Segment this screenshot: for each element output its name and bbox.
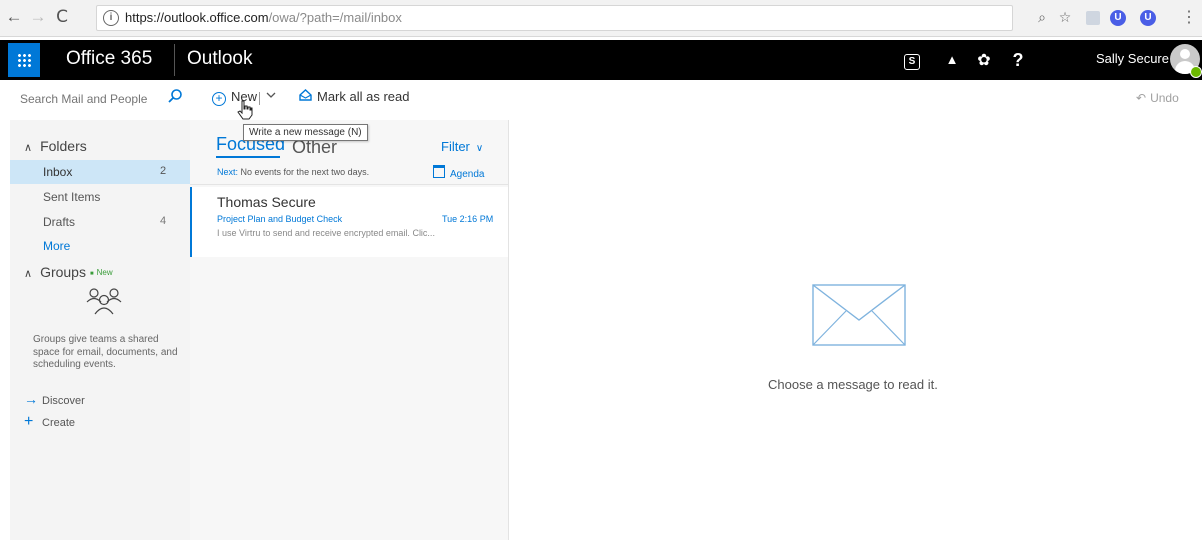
user-name[interactable]: Sally Secure [1096,51,1169,66]
mark-all-read-button[interactable]: Mark all as read [299,89,409,104]
chevron-down-icon[interactable] [266,91,276,102]
search-box[interactable] [14,88,184,110]
suite-divider [174,44,175,76]
agenda-button[interactable]: Agenda [433,165,484,180]
message-list-pane [190,120,508,540]
info-icon[interactable]: i [103,10,119,26]
filter-button[interactable]: Filter ∨ [441,139,483,154]
virtru-extension-icon-2[interactable]: U [1140,10,1156,26]
discover-groups-link[interactable]: → Discover [24,391,85,407]
url-text: https://outlook.office.com/owa/?path=/ma… [125,10,402,25]
chevron-down-icon: ∨ [475,143,484,154]
chevron-up-icon: ∧ [24,268,33,280]
app-launcher-icon[interactable] [8,43,40,77]
folder-drafts[interactable]: Drafts [43,215,75,229]
help-icon[interactable]: ? [1000,40,1036,80]
tab-focused-underline [216,156,280,158]
mark-read-icon [299,89,312,104]
notifications-bell-icon[interactable]: ▲ [934,40,970,80]
extension-icon[interactable] [1086,11,1100,25]
new-button-separator [259,92,260,105]
skype-icon[interactable]: S [894,40,930,80]
next-events-text: Next: No events for the next two days. [217,167,370,177]
browser-menu-icon[interactable]: ⋮ [1180,9,1198,27]
address-bar[interactable]: i https://outlook.office.com/owa/?path=/… [96,5,1013,31]
list-divider [190,184,508,185]
zoom-icon[interactable]: ⌕ [1033,9,1051,27]
message-time: Tue 2:16 PM [442,214,494,224]
folder-inbox-label[interactable]: Inbox [43,165,72,179]
message-sender[interactable]: Thomas Secure [217,194,316,210]
virtru-extension-icon[interactable]: U [1110,10,1126,26]
folder-sent-items[interactable]: Sent Items [43,190,100,204]
bookmark-star-icon[interactable]: ☆ [1056,9,1074,27]
chevron-up-icon: ∧ [24,142,33,154]
groups-description: Groups give teams a shared space for ema… [33,334,178,370]
plus-circle-icon: + [212,92,226,106]
new-message-tooltip: Write a new message (N) [243,124,368,141]
undo-icon: ↶ [1136,91,1147,105]
groups-heading[interactable]: ∧ Groups [24,264,86,280]
presence-status-icon [1190,66,1202,78]
office365-brand[interactable]: Office 365 [66,48,152,70]
plus-icon: + [24,413,34,430]
arrow-right-icon: → [24,391,38,407]
message-preview[interactable]: I use Virtru to send and receive encrypt… [217,228,477,238]
undo-button[interactable]: ↶ Undo [1136,91,1179,105]
groups-new-badge: ■ New [90,268,113,277]
message-subject[interactable]: Project Plan and Budget Check [217,214,342,224]
inbox-unread-count: 2 [160,165,167,177]
groups-people-icon [82,286,126,316]
search-icon[interactable] [167,88,183,108]
create-group-link[interactable]: + Create [24,413,75,431]
drafts-count: 4 [160,215,167,227]
calendar-icon [433,165,445,178]
empty-reading-pane-text: Choose a message to read it. [768,377,938,392]
hand-cursor-icon [237,100,253,125]
more-folders-link[interactable]: More [43,239,70,253]
search-input[interactable] [20,92,160,106]
folders-heading[interactable]: ∧ Folders [24,138,87,154]
unread-indicator [190,187,192,257]
back-arrow-icon[interactable]: ← [4,7,24,27]
app-title[interactable]: Outlook [187,48,252,70]
mark-all-read-label: Mark all as read [317,89,410,104]
forward-arrow-icon[interactable]: → [28,7,48,27]
envelope-icon [812,284,906,346]
reload-icon[interactable]: C [52,7,72,27]
settings-gear-icon[interactable]: ✿ [966,40,1002,80]
